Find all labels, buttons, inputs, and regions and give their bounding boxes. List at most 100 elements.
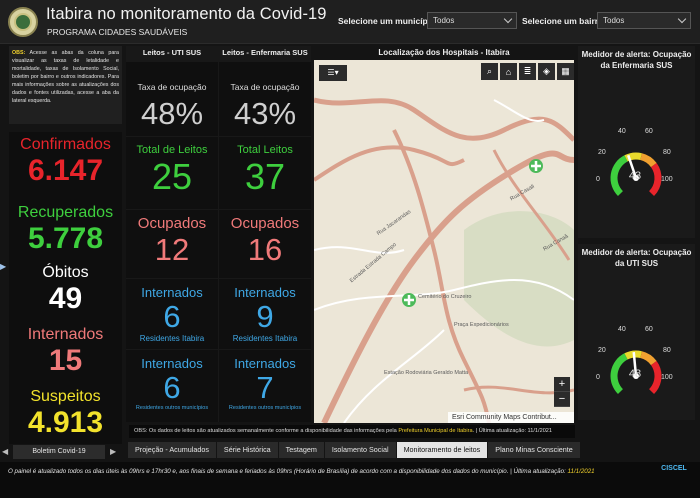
obs-bar-text: OBS: Os dados de leitos são atualizados … xyxy=(134,428,397,434)
stat-label: Suspeitos xyxy=(30,388,101,405)
cell-sub: Residentes Itabira xyxy=(232,334,298,343)
enf-internados-outros-cell: Internados 7 Residentes outros município… xyxy=(219,350,311,422)
cell-sub: Residentes outros municípios xyxy=(228,405,302,411)
tab-monitoramento-leitos[interactable]: Monitoramento de leitos xyxy=(396,442,488,458)
uti-ocupados-cell: Ocupados 12 xyxy=(126,210,218,278)
tab-isolamento[interactable]: Isolamento Social xyxy=(324,442,396,458)
bairro-select-value: Todos xyxy=(603,16,625,25)
obs-note: OBS: Acesse as abas da coluna para visua… xyxy=(9,46,122,124)
gauge-dial xyxy=(610,152,662,197)
next-arrow-icon[interactable]: ▶ xyxy=(110,447,116,456)
obs-prefix: OBS: xyxy=(12,50,26,56)
cell-value: 16 xyxy=(247,232,283,267)
cell-value: 48% xyxy=(140,96,204,131)
gauge-tick: 40 xyxy=(618,326,626,333)
basemap-icon[interactable]: ▦ xyxy=(557,63,574,80)
tab-testagem[interactable]: Testagem xyxy=(278,442,324,458)
gauge-tick: 80 xyxy=(663,347,671,354)
municipio-select-value: Todos xyxy=(433,16,455,25)
cell-label: Taxa de ocupação xyxy=(230,82,300,92)
enf-header: Leitos - Enfermaria SUS xyxy=(222,48,308,57)
gauge-tick: 60 xyxy=(645,128,653,135)
chevron-down-icon xyxy=(677,14,687,24)
hospital-map[interactable]: Cemitério do Cruzeiro Praça Expedicionár… xyxy=(314,60,574,423)
search-icon[interactable]: ⌕ xyxy=(481,63,498,80)
ciscel-logo: CISCEL xyxy=(654,465,694,472)
tab-boletim[interactable]: Boletim Covid-19 xyxy=(13,445,105,459)
zoom-in-button[interactable]: + xyxy=(554,377,570,392)
uti-internados-outros-cell: Internados 6 Residentes outros município… xyxy=(126,350,218,422)
map-basemap xyxy=(314,60,574,423)
stat-confirmados: Confirmados 6.147 xyxy=(9,136,122,188)
cell-sub: Residentes outros municípios xyxy=(135,405,209,411)
cell-label: Internados xyxy=(141,356,203,371)
map-attribution[interactable]: Esri Community Maps Contribut... xyxy=(448,412,574,423)
cell-value: 37 xyxy=(244,156,286,197)
gauge-tick: 20 xyxy=(598,347,606,354)
uti-header: Leitos - UTI SUS xyxy=(142,48,202,57)
brand-name: CISCEL xyxy=(661,465,687,472)
beds-obs-bar: OBS: Os dados de leitos são atualizados … xyxy=(129,425,575,438)
chevron-down-icon xyxy=(503,14,513,24)
map-label-praca: Praça Expedicionários xyxy=(454,322,509,328)
municipio-select[interactable]: Todos xyxy=(427,12,517,29)
beds-table: Leitos - UTI SUS Leitos - Enfermaria SUS… xyxy=(126,46,311,422)
gauge-uti: Medidor de alerta: Ocupação da UTI SUS 0… xyxy=(578,244,695,420)
gauge-tick: 0 xyxy=(596,176,600,183)
layer-list-icon[interactable]: ☰▾ xyxy=(319,65,347,81)
gauge-tick: 80 xyxy=(663,149,671,156)
bairro-label: Selecione um bairro: xyxy=(522,16,607,26)
uti-ocupacao-cell: Taxa de ocupação 48% xyxy=(126,62,218,136)
tab-plano-minas[interactable]: Plano Minas Consciente xyxy=(488,442,580,458)
obs-text: Acesse as abas da coluna para visualizar… xyxy=(12,50,119,105)
tab-bar: Projeção - Acumulados Série Histórica Te… xyxy=(128,442,581,458)
prev-arrow-icon[interactable]: ◀ xyxy=(2,447,8,456)
cell-value: 12 xyxy=(154,232,190,267)
stat-suspeitos: Suspeitos 4.913 xyxy=(9,388,122,440)
stat-recuperados: Recuperados 5.778 xyxy=(9,204,122,256)
gauge-title: Medidor de alerta: Ocupação da Enfermari… xyxy=(581,50,692,70)
zoom-out-button[interactable]: − xyxy=(554,392,570,407)
footer-text: O painel é atualizado todos os dias útei… xyxy=(8,468,566,475)
uti-total-cell: Total de Leitos 25 xyxy=(126,137,218,209)
enf-total-cell: Total Leitos 37 xyxy=(219,137,311,209)
stat-value: 5.778 xyxy=(27,222,104,255)
map-toolbar: ⌕ ⌂ ≣ ◈ ▦ xyxy=(481,63,574,80)
map-label-estacao: Estação Rodoviária Geraldo Matta xyxy=(384,370,469,376)
enf-ocupados-cell: Ocupados 16 xyxy=(219,210,311,278)
gauge-dial xyxy=(610,350,662,395)
tab-serie-historica[interactable]: Série Histórica xyxy=(216,442,278,458)
stat-label: Recuperados xyxy=(17,204,114,221)
gauge-value: 43 xyxy=(628,170,642,182)
gauge-band xyxy=(640,153,657,168)
footer: O painel é atualizado todos os dias útei… xyxy=(0,462,700,498)
cell-label: Internados xyxy=(234,285,296,300)
cell-value: 43% xyxy=(233,96,297,131)
stat-label: Óbitos xyxy=(42,264,89,281)
home-icon[interactable]: ⌂ xyxy=(500,63,517,80)
gauge-tick: 100 xyxy=(661,374,673,381)
gauge-tick: 60 xyxy=(645,326,653,333)
side-panel-toggle-icon[interactable]: ▶ xyxy=(0,262,6,271)
tab-projecao[interactable]: Projeção - Acumulados xyxy=(128,442,216,458)
enf-internados-cell: Internados 9 Residentes Itabira xyxy=(219,279,311,349)
summary-panel: Confirmados 6.147 Recuperados 5.778 Óbit… xyxy=(9,132,122,444)
dashboard: Itabira no monitoramento da Covid-19 PRO… xyxy=(0,0,700,498)
gauge-band xyxy=(640,351,657,366)
legend-icon[interactable]: ≣ xyxy=(519,63,536,80)
gauge-tick: 100 xyxy=(661,176,673,183)
stat-label: Confirmados xyxy=(20,136,111,153)
city-seal-logo xyxy=(8,7,38,37)
cell-label: Internados xyxy=(234,356,296,371)
cell-label: Ocupados xyxy=(137,215,207,232)
map-title: Localização dos Hospitais - Itabira xyxy=(378,48,510,57)
bairro-select[interactable]: Todos xyxy=(597,12,691,29)
layers-icon[interactable]: ◈ xyxy=(538,63,555,80)
stat-value: 49 xyxy=(48,282,83,315)
gauge-tick: 0 xyxy=(596,374,600,381)
municipio-label: Selecione um município: xyxy=(338,16,439,26)
gauge-band xyxy=(648,361,662,395)
gauge-enfermaria: Medidor de alerta: Ocupação da Enfermari… xyxy=(578,46,695,238)
cell-sub: Residentes Itabira xyxy=(139,334,205,343)
stat-value: 6.147 xyxy=(27,154,104,187)
